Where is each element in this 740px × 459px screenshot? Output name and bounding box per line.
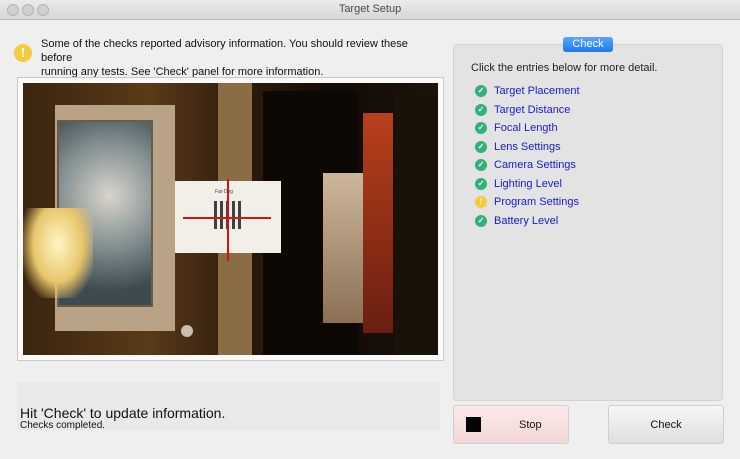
warning-icon: ! xyxy=(475,196,487,209)
checkmark-icon: ✓ xyxy=(475,103,487,116)
checkmark-icon: ✓ xyxy=(475,177,487,190)
title-bar: Target Setup xyxy=(0,0,740,20)
check-item-label[interactable]: Lens Settings xyxy=(494,141,561,153)
check-item-label[interactable]: Lighting Level xyxy=(494,178,562,190)
advisory-line-1: Some of the checks reported advisory inf… xyxy=(41,38,408,64)
check-item[interactable]: ✓ Lighting Level xyxy=(475,175,580,194)
check-item[interactable]: ✓ Focal Length xyxy=(475,119,580,138)
status-area: Hit 'Check' to update information. Check… xyxy=(17,382,440,431)
check-item[interactable]: ✓ Camera Settings xyxy=(475,156,580,175)
target-card-label: Fat·Dog xyxy=(215,189,234,195)
check-item[interactable]: ✓ Target Distance xyxy=(475,101,580,120)
check-item[interactable]: ✓ Battery Level xyxy=(475,212,580,231)
check-panel-title: Check xyxy=(563,37,613,52)
check-item[interactable]: ✓ Target Placement xyxy=(475,82,580,101)
check-panel-hint: Click the entries below for more detail. xyxy=(471,62,658,74)
check-button-label: Check xyxy=(650,419,682,431)
warning-icon: ! xyxy=(14,44,32,62)
camera-preview-image: Fat·Dog xyxy=(23,83,438,355)
check-item-label[interactable]: Focal Length xyxy=(494,122,558,134)
status-detail: Checks completed. xyxy=(20,420,106,431)
check-item[interactable]: ✓ Lens Settings xyxy=(475,138,580,157)
checkmark-icon: ✓ xyxy=(475,85,487,98)
stop-button-label: Stop xyxy=(519,419,542,431)
stop-icon xyxy=(466,417,481,432)
checkmark-icon: ✓ xyxy=(475,122,487,135)
check-item-label[interactable]: Camera Settings xyxy=(494,159,576,171)
stop-button[interactable]: Stop xyxy=(453,405,569,444)
camera-preview-frame: Fat·Dog xyxy=(17,77,444,361)
status-message: Hit 'Check' to update information. xyxy=(20,405,226,421)
check-button[interactable]: Check xyxy=(608,405,724,444)
checkmark-icon: ✓ xyxy=(475,159,487,172)
checkmark-icon: ✓ xyxy=(475,214,487,227)
check-panel: Click the entries below for more detail.… xyxy=(453,44,723,401)
check-item-label[interactable]: Battery Level xyxy=(494,215,558,227)
check-item-label[interactable]: Program Settings xyxy=(494,196,579,208)
check-list: ✓ Target Placement ✓ Target Distance ✓ Focal … xyxy=(475,82,580,230)
window-title: Target Setup xyxy=(338,3,402,15)
check-item-label[interactable]: Target Distance xyxy=(494,104,570,116)
main-content: ! Some of the checks reported advisory i… xyxy=(0,21,740,459)
check-item-label[interactable]: Target Placement xyxy=(494,85,580,97)
check-item[interactable]: ! Program Settings xyxy=(475,193,580,212)
checkmark-icon: ✓ xyxy=(475,140,487,153)
advisory-message: Some of the checks reported advisory inf… xyxy=(41,37,441,79)
